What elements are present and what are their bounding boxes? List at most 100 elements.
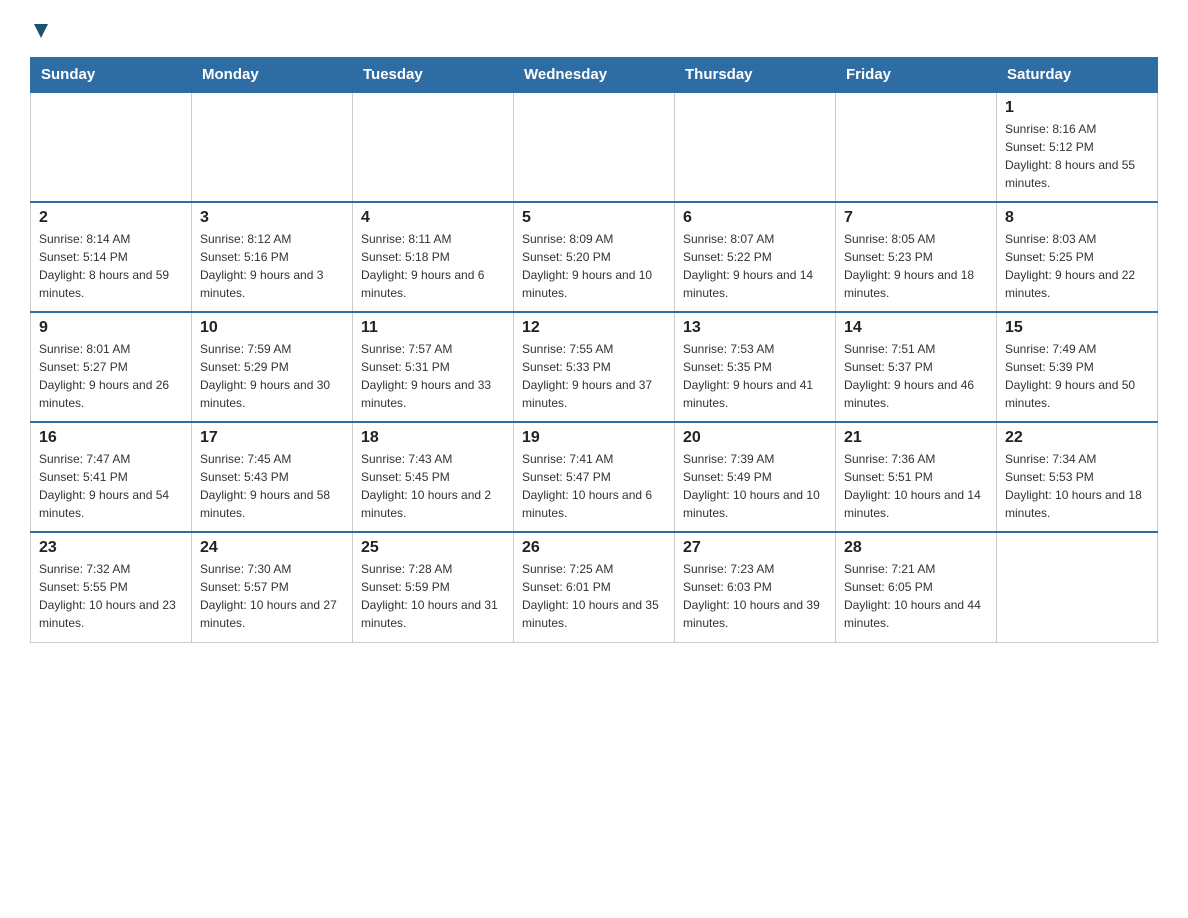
day-info: Sunrise: 8:01 AM Sunset: 5:27 PM Dayligh… [39,340,183,412]
day-number: 13 [683,319,827,337]
day-number: 20 [683,429,827,447]
calendar-cell: 7 Sunrise: 8:05 AM Sunset: 5:23 PM Daylig… [836,202,997,312]
day-info: Sunrise: 7:36 AM Sunset: 5:51 PM Dayligh… [844,450,988,522]
calendar-cell [514,92,675,202]
calendar-cell: 18 Sunrise: 7:43 AM Sunset: 5:45 PM Dayli… [353,422,514,532]
day-number: 12 [522,319,666,337]
col-header-wednesday: Wednesday [514,58,675,93]
calendar-cell: 14Sunrise: 7:51 AM Sunset: 5:37 PM Dayli… [836,312,997,422]
day-number: 17 [200,429,344,447]
day-info: Sunrise: 7:39 AM Sunset: 5:49 PM Dayligh… [683,450,827,522]
calendar-cell: 10Sunrise: 7:59 AM Sunset: 5:29 PM Dayli… [192,312,353,422]
calendar-week-1: 1 Sunrise: 8:16 AM Sunset: 5:12 PM Daylig… [31,92,1158,202]
calendar-cell: 4 Sunrise: 8:11 AM Sunset: 5:18 PM Daylig… [353,202,514,312]
calendar-cell: 6 Sunrise: 8:07 AM Sunset: 5:22 PM Daylig… [675,202,836,312]
day-info: Sunrise: 7:49 AM Sunset: 5:39 PM Dayligh… [1005,340,1149,412]
day-number: 11 [361,319,505,337]
day-info: Sunrise: 7:28 AM Sunset: 5:59 PM Dayligh… [361,560,505,632]
calendar-header-row: SundayMondayTuesdayWednesdayThursdayFrid… [31,58,1158,93]
day-info: Sunrise: 8:07 AM Sunset: 5:22 PM Dayligh… [683,230,827,302]
day-number: 15 [1005,319,1149,337]
day-info: Sunrise: 8:03 AM Sunset: 5:25 PM Dayligh… [1005,230,1149,302]
day-number: 16 [39,429,183,447]
calendar-cell: 15 Sunrise: 7:49 AM Sunset: 5:39 PM Dayli… [997,312,1158,422]
day-number: 26 [522,539,666,557]
day-info: Sunrise: 8:12 AM Sunset: 5:16 PM Dayligh… [200,230,344,302]
day-info: Sunrise: 8:11 AM Sunset: 5:18 PM Dayligh… [361,230,505,302]
day-number: 7 [844,209,988,227]
day-number: 1 [1005,99,1149,117]
calendar-cell: 19 Sunrise: 7:41 AM Sunset: 5:47 PM Dayli… [514,422,675,532]
calendar-table: SundayMondayTuesdayWednesdayThursdayFrid… [30,57,1158,643]
day-info: Sunrise: 7:25 AM Sunset: 6:01 PM Dayligh… [522,560,666,632]
day-number: 21 [844,429,988,447]
day-info: Sunrise: 7:55 AM Sunset: 5:33 PM Dayligh… [522,340,666,412]
calendar-cell [675,92,836,202]
calendar-cell: 2 Sunrise: 8:14 AM Sunset: 5:14 PM Daylig… [31,202,192,312]
day-number: 6 [683,209,827,227]
day-number: 4 [361,209,505,227]
col-header-friday: Friday [836,58,997,93]
calendar-cell [353,92,514,202]
calendar-cell: 26 Sunrise: 7:25 AM Sunset: 6:01 PM Dayli… [514,532,675,642]
day-info: Sunrise: 7:41 AM Sunset: 5:47 PM Dayligh… [522,450,666,522]
day-info: Sunrise: 7:23 AM Sunset: 6:03 PM Dayligh… [683,560,827,632]
calendar-cell: 8 Sunrise: 8:03 AM Sunset: 5:25 PM Daylig… [997,202,1158,312]
col-header-tuesday: Tuesday [353,58,514,93]
calendar-cell [192,92,353,202]
calendar-cell: 28 Sunrise: 7:21 AM Sunset: 6:05 PM Dayli… [836,532,997,642]
calendar-cell: 27 Sunrise: 7:23 AM Sunset: 6:03 PM Dayli… [675,532,836,642]
logo [30,20,50,41]
calendar-week-2: 2 Sunrise: 8:14 AM Sunset: 5:14 PM Daylig… [31,202,1158,312]
col-header-monday: Monday [192,58,353,93]
calendar-cell: 13 Sunrise: 7:53 AM Sunset: 5:35 PM Dayli… [675,312,836,422]
day-number: 19 [522,429,666,447]
calendar-cell: 23 Sunrise: 7:32 AM Sunset: 5:55 PM Dayli… [31,532,192,642]
day-info: Sunrise: 7:53 AM Sunset: 5:35 PM Dayligh… [683,340,827,412]
calendar-cell: 12 Sunrise: 7:55 AM Sunset: 5:33 PM Dayli… [514,312,675,422]
day-info: Sunrise: 7:34 AM Sunset: 5:53 PM Dayligh… [1005,450,1149,522]
day-number: 18 [361,429,505,447]
col-header-saturday: Saturday [997,58,1158,93]
calendar-cell: 24 Sunrise: 7:30 AM Sunset: 5:57 PM Dayli… [192,532,353,642]
calendar-cell: 20 Sunrise: 7:39 AM Sunset: 5:49 PM Dayli… [675,422,836,532]
day-info: Sunrise: 8:14 AM Sunset: 5:14 PM Dayligh… [39,230,183,302]
calendar-cell: 11 Sunrise: 7:57 AM Sunset: 5:31 PM Dayli… [353,312,514,422]
day-info: Sunrise: 7:47 AM Sunset: 5:41 PM Dayligh… [39,450,183,522]
calendar-cell: 21 Sunrise: 7:36 AM Sunset: 5:51 PM Dayli… [836,422,997,532]
day-info: Sunrise: 8:16 AM Sunset: 5:12 PM Dayligh… [1005,120,1149,192]
calendar-cell [31,92,192,202]
day-info: Sunrise: 7:45 AM Sunset: 5:43 PM Dayligh… [200,450,344,522]
day-number: 25 [361,539,505,557]
calendar-week-4: 16 Sunrise: 7:47 AM Sunset: 5:41 PM Dayli… [31,422,1158,532]
day-number: 23 [39,539,183,557]
calendar-cell: 3Sunrise: 8:12 AM Sunset: 5:16 PM Daylig… [192,202,353,312]
day-info: Sunrise: 7:43 AM Sunset: 5:45 PM Dayligh… [361,450,505,522]
day-number: 28 [844,539,988,557]
day-info: Sunrise: 7:57 AM Sunset: 5:31 PM Dayligh… [361,340,505,412]
logo-chevron-icon [32,22,50,45]
calendar-cell: 25 Sunrise: 7:28 AM Sunset: 5:59 PM Dayli… [353,532,514,642]
calendar-week-3: 9 Sunrise: 8:01 AM Sunset: 5:27 PM Daylig… [31,312,1158,422]
day-info: Sunrise: 7:30 AM Sunset: 5:57 PM Dayligh… [200,560,344,632]
calendar-cell: 22 Sunrise: 7:34 AM Sunset: 5:53 PM Dayli… [997,422,1158,532]
day-info: Sunrise: 7:32 AM Sunset: 5:55 PM Dayligh… [39,560,183,632]
day-number: 24 [200,539,344,557]
day-info: Sunrise: 7:21 AM Sunset: 6:05 PM Dayligh… [844,560,988,632]
day-number: 8 [1005,209,1149,227]
calendar-cell: 16 Sunrise: 7:47 AM Sunset: 5:41 PM Dayli… [31,422,192,532]
calendar-cell: 17 Sunrise: 7:45 AM Sunset: 5:43 PM Dayli… [192,422,353,532]
day-number: 14 [844,319,988,337]
day-number: 27 [683,539,827,557]
calendar-week-5: 23 Sunrise: 7:32 AM Sunset: 5:55 PM Dayli… [31,532,1158,642]
day-number: 5 [522,209,666,227]
day-number: 2 [39,209,183,227]
col-header-thursday: Thursday [675,58,836,93]
calendar-cell: 5 Sunrise: 8:09 AM Sunset: 5:20 PM Daylig… [514,202,675,312]
calendar-cell: 1 Sunrise: 8:16 AM Sunset: 5:12 PM Daylig… [997,92,1158,202]
day-info: Sunrise: 8:09 AM Sunset: 5:20 PM Dayligh… [522,230,666,302]
day-info: Sunrise: 8:05 AM Sunset: 5:23 PM Dayligh… [844,230,988,302]
calendar-cell [997,532,1158,642]
day-number: 9 [39,319,183,337]
day-number: 22 [1005,429,1149,447]
